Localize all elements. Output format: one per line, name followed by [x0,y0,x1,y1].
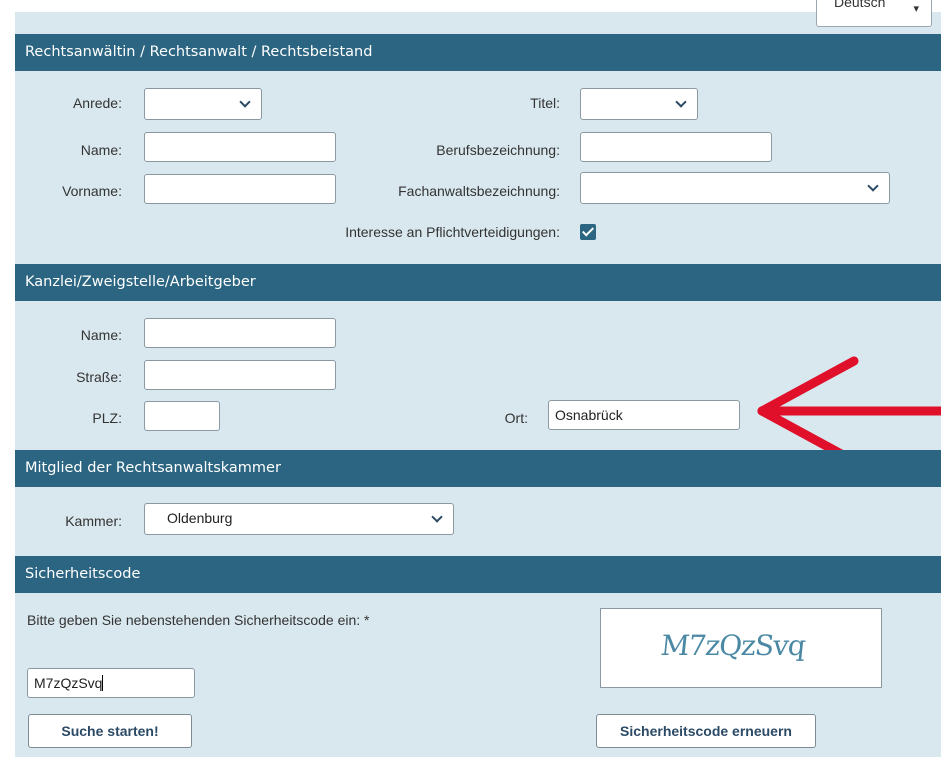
security-code-input[interactable]: M7zQzSvq [27,668,195,698]
security-code-value: M7zQzSvq [34,675,103,691]
name-input[interactable] [144,132,336,162]
language-select[interactable]: Deutsch ▾ [816,0,932,27]
pflicht-label: Interesse an Pflichtverteidigungen: [345,224,560,240]
pflicht-checkbox[interactable] [580,224,596,240]
plz-label: PLZ: [92,410,122,426]
vorname-label: Vorname: [62,183,122,199]
section-header-security: Sicherheitscode [15,556,941,593]
renew-captcha-button[interactable]: Sicherheitscode erneuern [596,714,816,748]
section-header-office: Kanzlei/Zweigstelle/Arbeitgeber [15,264,941,301]
search-button[interactable]: Suche starten! [28,714,192,748]
plz-input[interactable] [144,401,220,431]
captcha-image: M7zQzSvq [600,608,882,688]
fachanwalt-select[interactable] [580,172,890,204]
berufsbezeichnung-input[interactable] [580,132,772,162]
language-select-value: Deutsch [834,0,886,10]
name-label: Name: [80,142,122,158]
titel-label: Titel: [530,95,560,111]
anrede-select[interactable] [144,88,262,120]
fachanwalt-label: Fachanwaltsbezeichnung: [398,183,560,199]
ort-input[interactable]: Osnabrück [548,400,740,430]
captcha-text: M7zQzSvq [659,629,807,662]
berufsbezeichnung-label: Berufsbezeichnung: [436,142,560,158]
section-header-chamber: Mitglied der Rechtsanwaltskammer [15,450,941,487]
chevron-down-icon [431,511,443,523]
security-prompt: Bitte geben Sie nebenstehenden Sicherhei… [27,612,370,628]
office-name-label: Name: [80,327,122,343]
office-name-input[interactable] [144,318,336,348]
kammer-label: Kammer: [65,513,122,529]
strasse-input[interactable] [144,360,336,390]
anrede-label: Anrede: [72,95,122,111]
strasse-label: Straße: [76,369,122,385]
chevron-down-icon [675,96,687,108]
text-cursor [102,675,104,691]
chevron-down-icon: ▾ [913,3,919,15]
vorname-input[interactable] [144,174,336,204]
kammer-select-value: Oldenburg [167,510,233,526]
kammer-select[interactable]: Oldenburg [144,503,454,535]
ort-label: Ort: [504,410,528,426]
chevron-down-icon [867,180,879,192]
titel-select[interactable] [580,88,698,120]
chevron-down-icon [239,96,251,108]
section-header-lawyer: Rechtsanwältin / Rechtsanwalt / Rechtsbe… [15,34,941,71]
